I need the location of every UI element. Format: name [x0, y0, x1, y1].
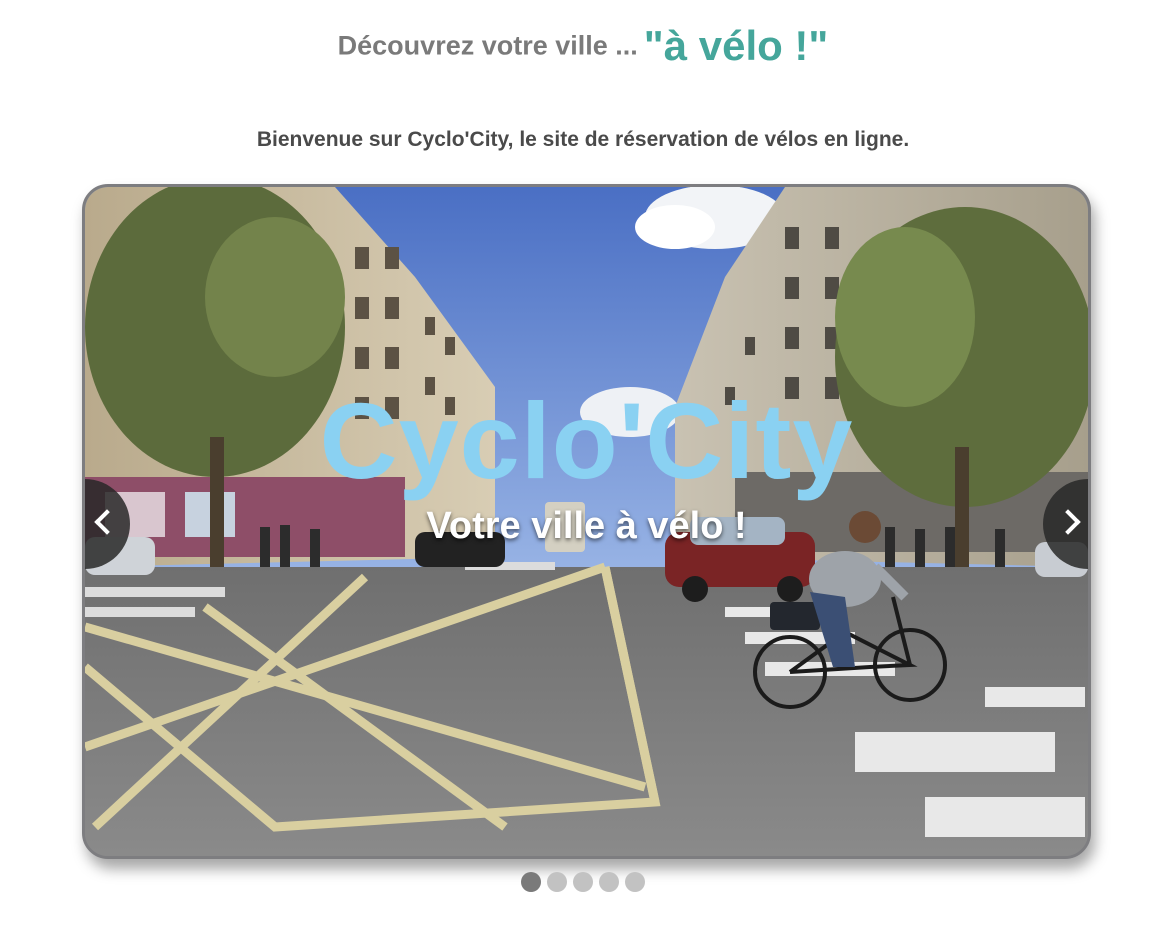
- headline-lead: Découvrez votre ville ...: [337, 30, 638, 61]
- chevron-right-icon: [1055, 509, 1081, 535]
- slide-title: Cyclo'City: [319, 380, 854, 501]
- slider-dot-3[interactable]: [573, 872, 593, 892]
- chevron-left-icon: [94, 509, 120, 535]
- slider-dot-1[interactable]: [521, 872, 541, 892]
- image-slider: Cyclo'City Votre ville à vélo !: [82, 184, 1091, 859]
- slider-dot-5[interactable]: [625, 872, 645, 892]
- page-headline: Découvrez votre ville ... "à vélo !": [0, 22, 1166, 70]
- slider-dot-4[interactable]: [599, 872, 619, 892]
- page: Découvrez votre ville ... "à vélo !" Bien…: [0, 0, 1166, 934]
- slider-dot-2[interactable]: [547, 872, 567, 892]
- welcome-message: Bienvenue sur Cyclo'City, le site de rés…: [256, 128, 910, 151]
- slide-subtitle: Votre ville à vélo !: [426, 505, 747, 547]
- headline-accent: "à vélo !": [643, 22, 829, 69]
- slider-pagination: [0, 872, 1166, 892]
